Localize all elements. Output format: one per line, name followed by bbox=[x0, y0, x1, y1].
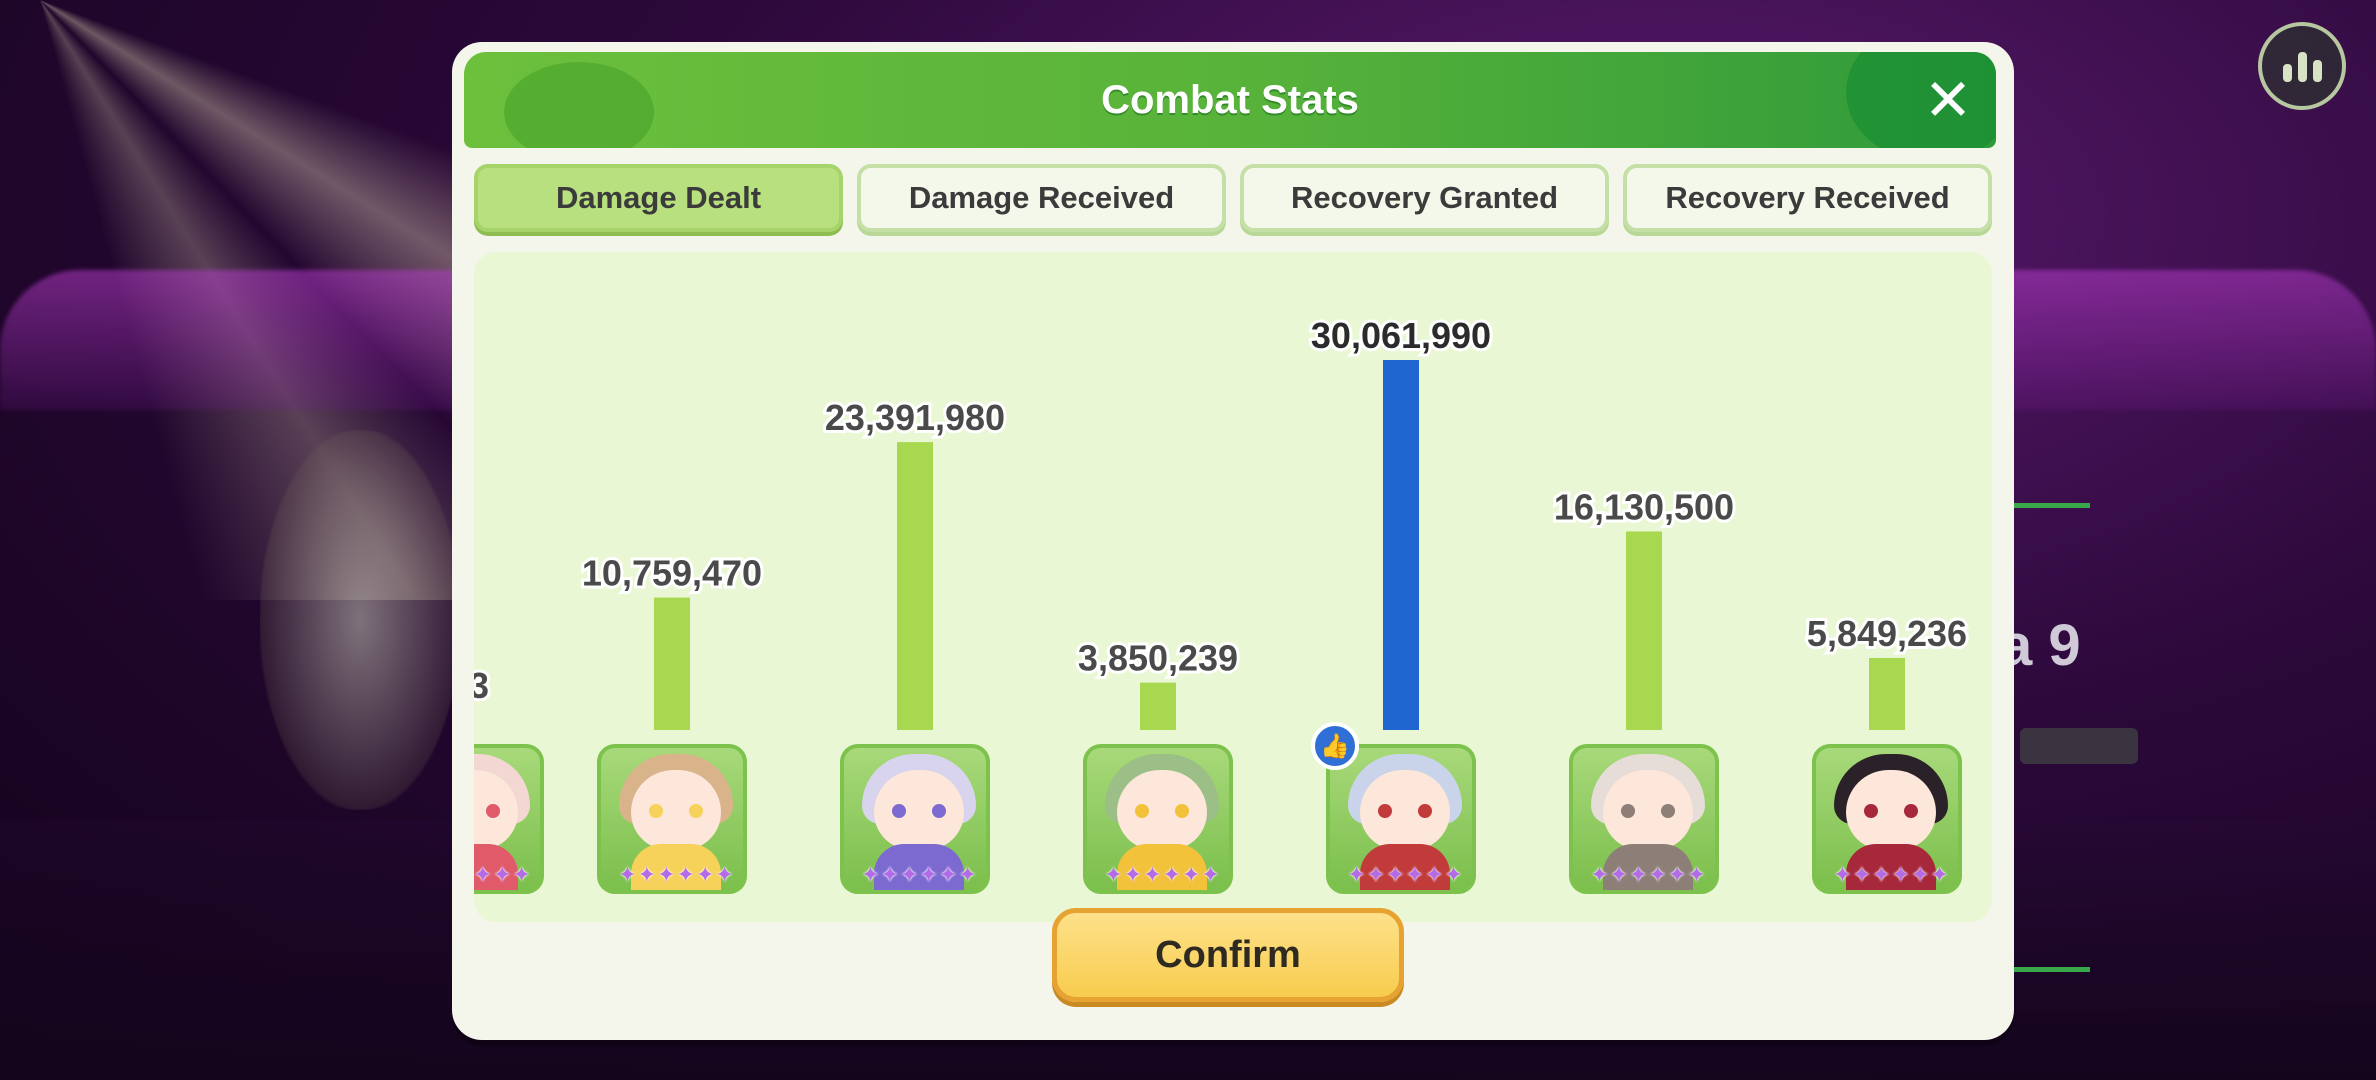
character-portrait[interactable]: ✦✦✦✦✦✦ bbox=[1569, 744, 1719, 894]
star-icon: ✦ bbox=[1162, 863, 1181, 888]
star-icon: ✦ bbox=[919, 863, 938, 888]
tab-damage-received[interactable]: Damage Received bbox=[857, 164, 1226, 232]
star-rating: ✦✦✦✦✦✦ bbox=[850, 863, 986, 888]
damage-value-label: 16,130,500 bbox=[1554, 486, 1734, 527]
star-icon: ✦ bbox=[715, 863, 734, 888]
star-icon: ✦ bbox=[1629, 863, 1648, 888]
stats-tabs: Damage Dealt Damage Received Recovery Gr… bbox=[474, 164, 1992, 236]
star-icon: ✦ bbox=[1386, 863, 1405, 888]
confirm-button[interactable]: Confirm bbox=[1052, 908, 1404, 1002]
star-icon: ✦ bbox=[958, 863, 977, 888]
character-portrait[interactable]: ✦✦✦✦✦✦ bbox=[1326, 744, 1476, 894]
star-icon: ✦ bbox=[492, 863, 512, 888]
background-characters bbox=[260, 430, 460, 810]
damage-value-label: 5,849,236 bbox=[1807, 613, 1967, 654]
damage-value-label: 3,850,239 bbox=[1078, 638, 1238, 679]
character-portrait[interactable]: ✦✦✦✦✦✦ bbox=[840, 744, 990, 894]
star-icon: ✦ bbox=[1143, 863, 1162, 888]
star-icon: ✦ bbox=[1609, 863, 1629, 888]
star-icon: ✦ bbox=[512, 863, 531, 888]
star-icon: ✦ bbox=[1444, 863, 1463, 888]
close-button[interactable]: ✕ bbox=[1918, 70, 1978, 130]
star-icon: ✦ bbox=[1201, 863, 1220, 888]
character-portrait[interactable]: ✦✦✦✦✦✦ bbox=[597, 744, 747, 894]
star-icon: ✦ bbox=[1123, 863, 1143, 888]
star-icon: ✦ bbox=[1872, 863, 1891, 888]
tab-recovery-received[interactable]: Recovery Received bbox=[1623, 164, 1992, 232]
damage-value-label: 23,391,980 bbox=[825, 397, 1005, 438]
damage-bar bbox=[897, 442, 933, 730]
background-line bbox=[2010, 967, 2090, 972]
star-icon: ✦ bbox=[1424, 863, 1444, 888]
star-icon: ✦ bbox=[695, 863, 715, 888]
star-icon: ✦ bbox=[880, 863, 900, 888]
star-rating: ✦✦✦✦✦✦ bbox=[1336, 863, 1472, 888]
star-icon: ✦ bbox=[1181, 863, 1201, 888]
star-icon: ✦ bbox=[1833, 863, 1852, 888]
star-icon: ✦ bbox=[1347, 863, 1366, 888]
star-rating: ✦✦✦✦✦✦ bbox=[1822, 863, 1958, 888]
star-icon: ✦ bbox=[938, 863, 958, 888]
damage-chart-panel: 53 10,759,470 23,391,980 3,850,239 30,061,99… bbox=[474, 252, 1992, 922]
star-icon: ✦ bbox=[1648, 863, 1667, 888]
tab-damage-dealt[interactable]: Damage Dealt bbox=[474, 164, 843, 232]
damage-bar bbox=[1140, 682, 1176, 730]
star-icon: ✦ bbox=[1590, 863, 1609, 888]
character-portrait[interactable]: ✦✦✦✦✦✦ bbox=[1083, 744, 1233, 894]
star-rating: ✦✦✦✦✦✦ bbox=[607, 863, 743, 888]
background-line bbox=[2010, 503, 2090, 508]
star-icon: ✦ bbox=[1891, 863, 1910, 888]
combat-stats-modal: Combat Stats ✕ Damage Dealt Damage Recei… bbox=[452, 42, 2014, 1040]
star-rating: ✦✦✦✦✦✦ bbox=[1579, 863, 1715, 888]
star-icon: ✦ bbox=[1366, 863, 1386, 888]
damage-bar bbox=[1626, 531, 1662, 730]
star-icon: ✦ bbox=[1930, 863, 1949, 888]
star-icon: ✦ bbox=[900, 863, 919, 888]
star-icon: ✦ bbox=[1405, 863, 1424, 888]
background-bar bbox=[2020, 728, 2138, 764]
star-icon: ✦ bbox=[637, 863, 657, 888]
mvp-thumbs-up-icon: 👍 bbox=[1311, 722, 1359, 770]
modal-header: Combat Stats ✕ bbox=[464, 52, 1996, 148]
damage-bar bbox=[654, 597, 690, 730]
star-rating: ✦✦✦✦✦✦ bbox=[1093, 863, 1229, 888]
tab-recovery-granted[interactable]: Recovery Granted bbox=[1240, 164, 1609, 232]
damage-value-label: 30,061,990 bbox=[1311, 315, 1491, 356]
bar-chart-icon bbox=[2297, 52, 2307, 82]
character-portrait[interactable]: ✦✦✦✦✦✦ bbox=[474, 744, 544, 894]
modal-title: Combat Stats bbox=[1101, 78, 1359, 122]
bar-chart-icon bbox=[2282, 64, 2292, 82]
damage-bar bbox=[1869, 658, 1905, 730]
star-icon: ✦ bbox=[618, 863, 637, 888]
damage-value-label: 53 bbox=[474, 665, 489, 706]
damage-bar bbox=[1383, 360, 1419, 730]
star-icon: ✦ bbox=[1687, 863, 1706, 888]
stats-corner-button[interactable] bbox=[2258, 22, 2346, 110]
star-rating: ✦✦✦✦✦✦ bbox=[474, 863, 540, 888]
star-icon: ✦ bbox=[861, 863, 880, 888]
close-icon: ✕ bbox=[1923, 66, 1973, 134]
star-icon: ✦ bbox=[1910, 863, 1930, 888]
star-icon: ✦ bbox=[1104, 863, 1123, 888]
star-icon: ✦ bbox=[657, 863, 676, 888]
character-portrait[interactable]: ✦✦✦✦✦✦ bbox=[1812, 744, 1962, 894]
star-icon: ✦ bbox=[1852, 863, 1872, 888]
star-icon: ✦ bbox=[474, 863, 492, 888]
bar-chart-icon bbox=[2312, 60, 2322, 82]
star-icon: ✦ bbox=[1667, 863, 1687, 888]
damage-value-label: 10,759,470 bbox=[582, 553, 762, 594]
star-icon: ✦ bbox=[676, 863, 695, 888]
